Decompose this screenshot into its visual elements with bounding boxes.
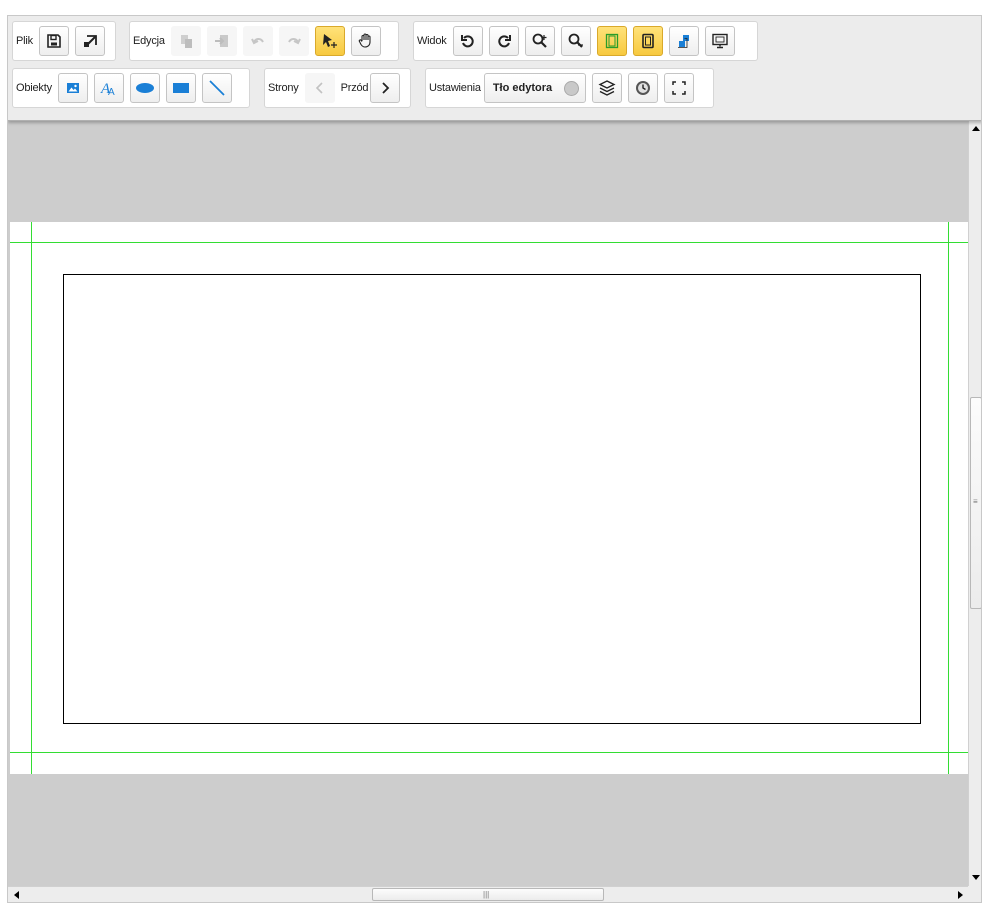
fit-width-icon (605, 33, 618, 49)
rotate-right-icon (497, 35, 511, 48)
vertical-scrollbar[interactable]: ≡ (968, 121, 981, 886)
margin-guide-right (948, 222, 949, 774)
objects-group-label: Obiekty (16, 82, 52, 94)
line-icon (209, 80, 225, 96)
rotate-left-icon (460, 35, 474, 48)
rectangle-icon (172, 83, 189, 93)
edit-group: Edycja (129, 21, 399, 61)
zoom-out-icon (568, 33, 583, 48)
pages-group: Strony Przód (264, 68, 411, 108)
horizontal-scroll-thumb[interactable]: ||| (372, 888, 604, 901)
save-icon (47, 34, 61, 48)
redo-button[interactable] (278, 26, 309, 56)
svg-text:A: A (108, 87, 115, 97)
export-icon (83, 35, 97, 47)
view-group: Widok (413, 21, 758, 61)
text-icon: AA (100, 81, 115, 97)
insert-image-button[interactable] (57, 73, 88, 103)
presentation-button[interactable] (704, 26, 735, 56)
next-page-button[interactable] (370, 73, 401, 103)
arrange-icon (677, 35, 689, 48)
settings-group-label: Ustawienia (429, 82, 481, 94)
vertical-scroll-thumb[interactable]: ≡ (970, 397, 981, 609)
image-icon (66, 83, 79, 93)
arrow-up-icon (971, 125, 980, 131)
chevron-left-icon (315, 82, 323, 94)
pages-group-label: Strony (268, 82, 299, 94)
margin-guide-bottom (10, 752, 968, 753)
arrow-down-icon (971, 874, 980, 880)
fit-page-icon (641, 33, 654, 49)
fullscreen-icon (672, 81, 686, 95)
arrow-right-icon (957, 890, 963, 899)
rotate-right-button[interactable] (488, 26, 519, 56)
canvas-viewport[interactable] (8, 121, 968, 886)
editor-background-label: Tło edytora (492, 82, 553, 94)
fit-width-button[interactable] (596, 26, 627, 56)
editor-app: Plik Edycja Widok Obiekty A A Strony Prz… (7, 15, 982, 903)
insert-rectangle-button[interactable] (165, 73, 196, 103)
copy-icon (180, 35, 192, 48)
monitor-icon (711, 33, 728, 49)
save-button[interactable] (38, 26, 69, 56)
file-group-label: Plik (16, 35, 33, 47)
layers-button[interactable] (592, 73, 623, 103)
paste-icon (214, 35, 228, 47)
undo-button[interactable] (242, 26, 273, 56)
scroll-up-button[interactable] (969, 121, 981, 134)
zoom-in-icon (532, 33, 547, 48)
view-group-label: Widok (417, 35, 447, 47)
forward-label: Przód (340, 82, 369, 94)
insert-ellipse-button[interactable] (129, 73, 160, 103)
scroll-down-button[interactable] (969, 871, 981, 884)
zoom-in-button[interactable] (524, 26, 555, 56)
arrange-button[interactable] (668, 26, 699, 56)
previous-page-button[interactable] (304, 73, 335, 103)
scroll-left-button[interactable] (9, 888, 22, 901)
arrow-left-icon (13, 890, 19, 899)
undo-icon (250, 38, 264, 45)
fullscreen-button[interactable] (664, 73, 695, 103)
edit-group-label: Edycja (133, 35, 165, 47)
layers-icon (598, 80, 616, 96)
fit-page-button[interactable] (632, 26, 663, 56)
export-button[interactable] (74, 26, 105, 56)
toolbar: Plik Edycja Widok Obiekty A A Strony Prz… (8, 16, 981, 121)
clock-icon (636, 81, 651, 95)
scroll-right-button[interactable] (954, 888, 967, 901)
chevron-right-icon (382, 82, 390, 94)
ellipse-icon (135, 83, 154, 93)
scrollbar-corner (968, 886, 981, 902)
zoom-out-button[interactable] (560, 26, 591, 56)
pointer-move-icon (322, 34, 337, 48)
rotate-left-button[interactable] (452, 26, 483, 56)
paste-button[interactable] (206, 26, 237, 56)
insert-line-button[interactable] (201, 73, 232, 103)
hand-icon (358, 33, 371, 48)
settings-group: Ustawienia Tło edytora (425, 68, 714, 108)
redo-icon (287, 38, 301, 45)
page-canvas[interactable] (10, 222, 968, 774)
copy-button[interactable] (170, 26, 201, 56)
content-frame[interactable] (63, 274, 921, 724)
vertical-grip-icon: ≡ (973, 497, 978, 506)
toggle-indicator (564, 80, 580, 96)
history-button[interactable] (628, 73, 659, 103)
margin-guide-left (31, 222, 32, 774)
insert-text-button[interactable]: AA (93, 73, 124, 103)
select-tool-button[interactable] (314, 26, 345, 56)
horizontal-scrollbar[interactable]: ||| (8, 886, 968, 902)
file-group: Plik (12, 21, 116, 61)
horizontal-grip-icon: ||| (483, 890, 490, 899)
editor-background-toggle[interactable]: Tło edytora (483, 73, 587, 103)
objects-group: Obiekty AA (12, 68, 250, 108)
pan-tool-button[interactable] (350, 26, 381, 56)
margin-guide-top (10, 242, 968, 243)
